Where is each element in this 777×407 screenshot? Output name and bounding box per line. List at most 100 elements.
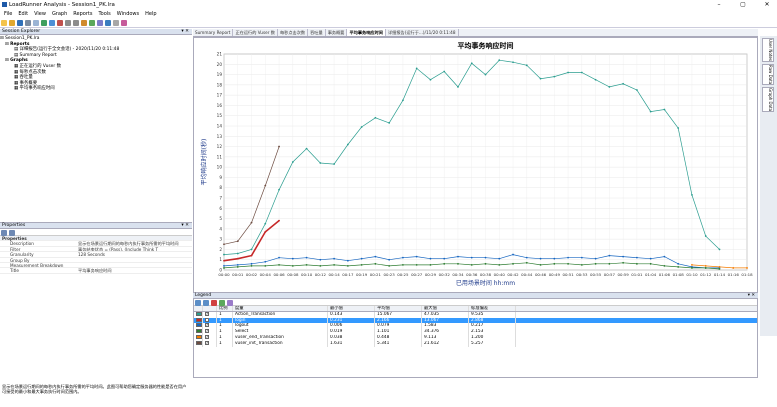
tab-transaction-summary[interactable]: 事务概要 xyxy=(326,29,348,36)
tree-graph-label: 每秒点击次数 xyxy=(19,69,46,75)
redo-icon[interactable] xyxy=(73,20,79,26)
title-bar: LoadRunner Analysis - Session1_PK.lra – … xyxy=(0,0,777,10)
copy-icon[interactable] xyxy=(33,20,39,26)
data-point xyxy=(264,184,267,187)
checkbox-icon[interactable]: ✓ xyxy=(205,340,209,345)
maximize-button[interactable]: ▢ xyxy=(738,1,748,9)
property-row[interactable]: Title 平均事务响应时间 xyxy=(0,268,192,274)
close-button[interactable]: ✕ xyxy=(762,1,772,9)
tab-hits-per-second[interactable]: 每秒点击次数 xyxy=(278,29,309,36)
merge-graph-icon[interactable] xyxy=(49,20,55,26)
data-point xyxy=(250,248,253,251)
tab-avg-response-time[interactable]: 平均事务响应时间 xyxy=(347,29,386,36)
data-point xyxy=(553,75,556,78)
x-tick-label: 00:10 xyxy=(301,272,313,277)
checkbox-icon[interactable]: ✓ xyxy=(205,334,209,339)
settings-icon[interactable] xyxy=(97,20,103,26)
property-value: 事务结束状态 = (Pass), (Include Think T xyxy=(78,246,159,252)
zoom-icon[interactable] xyxy=(113,20,119,26)
sidetab-user-notes[interactable]: User Notes xyxy=(762,38,774,62)
data-point xyxy=(429,257,432,260)
data-point xyxy=(553,262,556,265)
checkbox-icon[interactable]: ✓ xyxy=(205,311,209,316)
tab-running-vusers[interactable]: 正在运行的 Vuser 数 xyxy=(233,29,278,36)
tab-detailed-report[interactable]: 详细报告(运行于...)/11/20 0:11:48 xyxy=(386,29,459,36)
legend-col-color[interactable] xyxy=(194,306,203,311)
menu-graph[interactable]: Graph xyxy=(52,11,67,17)
menu-reports[interactable]: Reports xyxy=(73,11,92,17)
legend-col-scale[interactable]: 比例 xyxy=(217,306,233,311)
property-value xyxy=(78,263,192,267)
sidetab-graph-data[interactable]: Graph Data xyxy=(762,87,774,113)
panel-pin-icon[interactable]: ▾ ✕ xyxy=(181,223,192,229)
chart-title: 平均事务响应时间 xyxy=(458,41,514,50)
data-point xyxy=(635,256,638,259)
checkbox-icon[interactable]: ✓ xyxy=(205,317,209,322)
avg-response-time-chart: 平均事务响应时间01234567891011121314151617181920… xyxy=(200,41,753,287)
data-point xyxy=(264,264,267,267)
x-tick-label: 01:16 xyxy=(728,272,740,277)
undo-icon[interactable] xyxy=(65,20,71,26)
minimize-button[interactable]: – xyxy=(714,1,724,9)
menu-view[interactable]: View xyxy=(34,11,46,17)
tree-graph-item[interactable]: ▦ 平均事务响应时间 xyxy=(0,86,192,92)
new-icon[interactable] xyxy=(1,20,7,26)
legend-row[interactable]: ✓ 1 vuser_init_Transaction 1.631 5.341 21.612… xyxy=(194,340,757,347)
data-point xyxy=(443,257,446,260)
properties-toolbar xyxy=(0,229,192,236)
data-point xyxy=(360,263,363,266)
menu-windows[interactable]: Windows xyxy=(117,11,139,17)
legend-icon[interactable] xyxy=(121,20,127,26)
x-tick-label: 00:02 xyxy=(246,272,258,277)
data-point xyxy=(291,264,294,267)
x-tick-label: 00:23 xyxy=(384,272,396,277)
y-tick-label: 6 xyxy=(219,206,222,211)
y-tick-label: 15 xyxy=(217,113,223,118)
tab-summary-report[interactable]: Summary Report xyxy=(193,29,234,36)
menu-file[interactable]: File xyxy=(4,11,12,17)
data-point xyxy=(333,257,336,260)
export-icon[interactable] xyxy=(105,20,111,26)
granularity-icon[interactable] xyxy=(89,20,95,26)
session-explorer-title: Session Explorer xyxy=(2,29,41,34)
data-point xyxy=(498,257,501,260)
menu-edit[interactable]: Edit xyxy=(18,11,28,17)
print-icon[interactable] xyxy=(25,20,31,26)
property-key: Measurement Breakdown xyxy=(10,262,64,268)
property-value: 显示在场景运行期间的每秒内执行事务所需的平均时间 xyxy=(78,241,179,246)
tree-root-label: Session1_PK.lra xyxy=(5,36,40,41)
data-point xyxy=(305,256,308,259)
x-tick-label: 00:12 xyxy=(315,272,327,277)
save-icon[interactable] xyxy=(17,20,23,26)
data-point xyxy=(718,248,721,251)
tab-throughput[interactable]: 吞吐量 xyxy=(308,29,326,36)
menu-help[interactable]: Help xyxy=(145,11,156,17)
legend-col-visible[interactable] xyxy=(203,306,217,311)
report-icon[interactable] xyxy=(57,20,63,26)
data-point xyxy=(635,262,638,265)
filter-icon[interactable] xyxy=(81,20,87,26)
data-point xyxy=(512,253,514,256)
legend-col-max[interactable]: 最大值 xyxy=(422,306,469,311)
data-point xyxy=(443,70,446,73)
legend-col-min[interactable]: 最小值 xyxy=(328,306,375,311)
y-tick-label: 2 xyxy=(219,247,222,252)
add-graph-icon[interactable] xyxy=(41,20,47,26)
panel-pin-icon[interactable]: ▾ ✕ xyxy=(181,29,192,35)
checkbox-icon[interactable]: ✓ xyxy=(205,323,209,328)
data-point xyxy=(264,231,267,233)
legend-col-measure[interactable]: 度量 xyxy=(233,306,328,311)
data-point xyxy=(278,145,280,148)
sidetab-raw-data[interactable]: Raw Data xyxy=(762,63,774,86)
open-icon[interactable] xyxy=(9,20,15,26)
menu-tools[interactable]: Tools xyxy=(98,11,110,17)
checkbox-icon[interactable]: ✓ xyxy=(205,329,209,334)
legend-col-avg[interactable]: 平均值 xyxy=(375,306,422,311)
y-tick-label: 11 xyxy=(217,154,223,159)
property-key: Group By xyxy=(10,257,30,263)
legend-visible-checkbox[interactable]: ✓ xyxy=(203,340,217,347)
x-tick-label: 00:49 xyxy=(549,272,561,277)
tree-graphs-label: Graphs xyxy=(10,58,28,64)
data-point xyxy=(443,262,446,265)
legend-col-stddev[interactable]: 标准偏差 xyxy=(469,306,516,311)
